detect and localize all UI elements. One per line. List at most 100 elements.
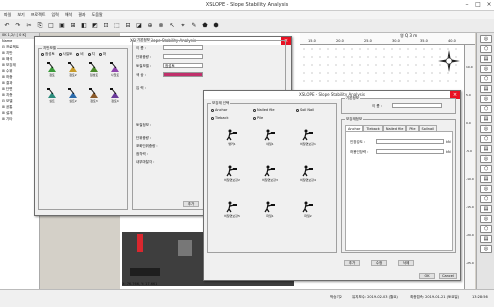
ok-button[interactable]: OK xyxy=(419,273,435,279)
side-tool-button[interactable]: ◎ xyxy=(480,65,492,73)
color-swatch[interactable] xyxy=(163,72,203,77)
toolbar-button-6[interactable]: ⊞ xyxy=(69,22,77,30)
reinforcement-type-radio[interactable]: Soil Nail xyxy=(296,108,314,112)
toolbar-button-0[interactable]: ↶ xyxy=(3,22,11,30)
reinforcement-tile[interactable]: 비탈면보강5 xyxy=(220,200,244,224)
soil-tile[interactable]: 점토3 xyxy=(87,87,101,105)
soil-tile[interactable]: 점토 xyxy=(45,61,59,79)
toolbar-button-16[interactable]: ⌖ xyxy=(179,22,187,30)
toolbar-button-4[interactable]: □ xyxy=(47,22,55,30)
menu-project[interactable]: 프로젝트 xyxy=(31,12,46,18)
toolbar-button-10[interactable]: ⬚ xyxy=(113,22,121,30)
soil-type-radio[interactable]: 비 xyxy=(76,52,84,57)
soil-type-radio[interactable]: 마 xyxy=(98,52,106,57)
side-tool-button[interactable]: ◎ xyxy=(480,125,492,133)
toolbar-button-15[interactable]: ↖ xyxy=(168,22,176,30)
menu-analysis[interactable]: 해석 xyxy=(65,12,72,18)
ruler-tick: 35.0 xyxy=(420,39,428,43)
side-tool-button[interactable]: ▤ xyxy=(480,85,492,93)
soil-tile[interactable]: 실트2 xyxy=(66,87,80,105)
side-tool-button[interactable]: ⬡ xyxy=(480,225,492,233)
reinforcement-tile[interactable]: 비탈면보강2 xyxy=(220,164,244,188)
toolbar-button-9[interactable]: ⊡ xyxy=(102,22,110,30)
toolbar-button-2[interactable]: ✂ xyxy=(25,22,33,30)
toolbar-button-12[interactable]: ◪ xyxy=(135,22,143,30)
side-tool-button[interactable]: ◎ xyxy=(480,215,492,223)
soil-tile[interactable]: 실트 xyxy=(45,87,59,105)
side-tool-button[interactable]: ◎ xyxy=(480,155,492,163)
toolbar-button-19[interactable]: ⬢ xyxy=(212,22,220,30)
toolbar-button-17[interactable]: ✎ xyxy=(190,22,198,30)
toolbar-button-14[interactable]: ⊗ xyxy=(157,22,165,30)
reinforcement-type-radio[interactable]: Pile xyxy=(253,116,263,120)
soil-tile[interactable]: 점토2 xyxy=(66,61,80,79)
reinforcement-delete-button[interactable]: 삭제 xyxy=(398,260,414,266)
toolbar-button-7[interactable]: ◧ xyxy=(80,22,88,30)
reinforcement-type-radio[interactable]: Anchor xyxy=(211,108,227,112)
maximize-button[interactable]: □ xyxy=(473,1,483,9)
soil-add-button[interactable]: 추가 xyxy=(183,201,199,207)
unit-weight-input[interactable] xyxy=(163,54,203,59)
reinforcement-name-input[interactable] xyxy=(392,103,442,108)
side-tool-button[interactable]: ▤ xyxy=(480,55,492,63)
soil-tile-label: 점토4 xyxy=(111,99,119,103)
soil-tile[interactable]: 점토4 xyxy=(108,87,122,105)
side-tool-button[interactable]: ⬡ xyxy=(480,165,492,173)
side-tool-button[interactable]: ▤ xyxy=(480,205,492,213)
reinforcement-tile[interactable]: 비탈면보강4 xyxy=(296,164,320,188)
reinforcement-tile[interactable]: 파일1 xyxy=(258,200,282,224)
side-tool-button[interactable]: ▤ xyxy=(480,175,492,183)
menu-help[interactable]: 도움말 xyxy=(92,12,103,18)
reinforcement-type-radio[interactable]: Nailed file xyxy=(253,108,275,112)
menu-input[interactable]: 입력 xyxy=(51,12,58,18)
reinforcement-tile[interactable]: 파일2 xyxy=(296,200,320,224)
menu-view[interactable]: 보기 xyxy=(17,12,24,18)
soil-type-radio[interactable]: 점성토 xyxy=(41,52,55,57)
side-tool-button[interactable]: ⬡ xyxy=(480,135,492,143)
menu-result[interactable]: 결과 xyxy=(78,12,85,18)
toolbar-button-11[interactable]: ⊟ xyxy=(124,22,132,30)
side-tool-button[interactable]: ⬡ xyxy=(480,195,492,203)
side-tool-button[interactable]: ◎ xyxy=(480,95,492,103)
soil-tile[interactable]: 점성토 xyxy=(87,61,101,79)
close-button[interactable]: × xyxy=(484,1,494,9)
soil-type-radio[interactable]: 사질토 xyxy=(58,52,72,57)
reinforcement-tile[interactable]: 비탈면보강3 xyxy=(258,164,282,188)
side-tool-button[interactable]: ▤ xyxy=(480,235,492,243)
side-tool-button[interactable]: ⬡ xyxy=(480,105,492,113)
minimize-button[interactable]: – xyxy=(462,1,472,9)
worker-drill-icon xyxy=(302,201,314,213)
name-input[interactable] xyxy=(163,45,203,50)
side-tool-button[interactable]: ⬡ xyxy=(480,75,492,83)
soil-tile-label: 점토 xyxy=(49,73,55,77)
soil-type-radio[interactable]: 지 xyxy=(87,52,95,57)
toolbar-button-5[interactable]: ▣ xyxy=(58,22,66,30)
unit-weight-label: 단위중량 : xyxy=(136,55,152,59)
reinforcement-tile-label: 네일1 xyxy=(266,142,274,146)
side-tool-button[interactable]: ▤ xyxy=(480,115,492,123)
reinforcement-tile[interactable]: 비탈면보강1 xyxy=(296,128,320,152)
reinforcement-add-button[interactable]: 추가 xyxy=(344,260,360,266)
tensile-strength-input[interactable] xyxy=(376,139,444,144)
side-tool-button[interactable]: ▤ xyxy=(480,145,492,153)
toolbar-button-18[interactable]: ⬟ xyxy=(201,22,209,30)
side-tool-button[interactable]: ◎ xyxy=(480,185,492,193)
menu-file[interactable]: 파일 xyxy=(4,12,11,18)
cancel-button[interactable]: Cancel xyxy=(439,273,457,279)
toolbar-button-8[interactable]: ◩ xyxy=(91,22,99,30)
reinforcement-basic-label: 기본정보 xyxy=(345,96,360,101)
soil-model-select[interactable]: 점성토 xyxy=(163,63,203,68)
reinforcement-tile[interactable]: 앵커1 xyxy=(220,128,244,152)
side-tool-button[interactable]: ⬡ xyxy=(480,45,492,53)
reinforcement-tile[interactable]: 네일1 xyxy=(258,128,282,152)
side-tool-button[interactable]: ◎ xyxy=(480,35,492,43)
reinforcement-edit-button[interactable]: 수정 xyxy=(371,260,387,266)
soil-tile[interactable]: 사질토 xyxy=(108,61,122,79)
reinforcement-type-radio[interactable]: Tieback xyxy=(211,116,228,120)
toolbar-button-3[interactable]: ⎘ xyxy=(36,22,44,30)
allowable-tension-input[interactable] xyxy=(376,149,444,154)
side-tool-button[interactable]: ◎ xyxy=(480,245,492,253)
toolbar-button-13[interactable]: ⊕ xyxy=(146,22,154,30)
app-title: XSLOPE - Slope Stability Analysis xyxy=(205,2,289,8)
toolbar-button-1[interactable]: ↷ xyxy=(14,22,22,30)
